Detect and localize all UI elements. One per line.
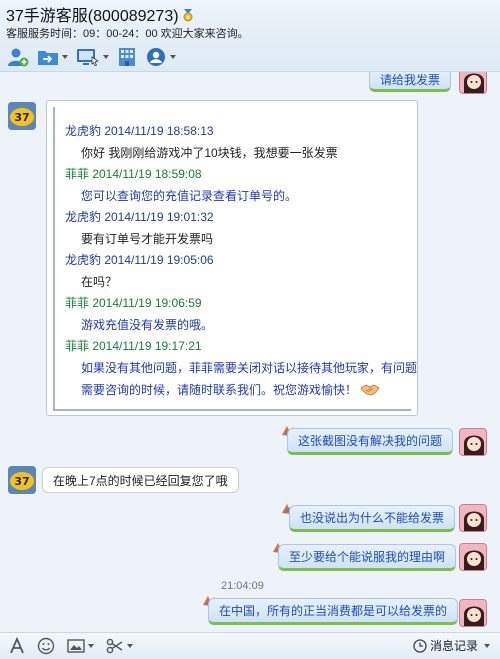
message-history-button[interactable]: 消息记录 bbox=[413, 637, 490, 654]
remote-screen-button[interactable] bbox=[73, 45, 112, 69]
smiley-icon bbox=[37, 637, 55, 655]
my-avatar[interactable] bbox=[459, 599, 487, 627]
history-header: 菲菲 2014/11/19 19:17:21 bbox=[65, 339, 202, 353]
top-toolbar bbox=[4, 44, 179, 70]
history-message-line2: 需要咨询的时候，请随时联系我们。祝您游戏愉快！ bbox=[81, 383, 358, 397]
my-avatar[interactable] bbox=[459, 504, 487, 532]
emoji-button[interactable] bbox=[34, 634, 58, 658]
message-text: 这张截图没有解决我的问题 bbox=[298, 434, 443, 448]
my-avatar[interactable] bbox=[459, 72, 487, 94]
font-icon bbox=[10, 637, 24, 654]
message-area[interactable]: 请给我发票 37 龙虎豹 2014/11/19 18:58:13 你好 我刚刚给… bbox=[0, 72, 500, 632]
my-message-bubble: 在中国，所有的正当消费都是可以给发票的 bbox=[208, 598, 459, 625]
37-logo-icon: 37 bbox=[8, 102, 36, 130]
image-icon bbox=[67, 639, 85, 653]
svg-text:37: 37 bbox=[14, 111, 29, 124]
chevron-down-icon bbox=[170, 55, 176, 59]
scissors-icon bbox=[106, 638, 123, 654]
chat-history-card: 龙虎豹 2014/11/19 18:58:13 你好 我刚刚给游戏冲了10块钱，… bbox=[46, 100, 418, 416]
history-quote: 龙虎豹 2014/11/19 18:58:13 你好 我刚刚给游戏冲了10块钱，… bbox=[53, 107, 417, 409]
my-message-bubble: 至少要给个能说服我的理由啊 bbox=[278, 544, 457, 571]
send-file-button[interactable] bbox=[34, 45, 71, 69]
history-message: 要有订单号才能开发票吗 bbox=[81, 232, 214, 246]
medal-icon bbox=[183, 9, 193, 22]
37-logo-icon: 37 bbox=[8, 466, 36, 494]
clock-icon bbox=[413, 638, 427, 653]
service-hours: 客服服务时间：09：00-24：00 欢迎大家来咨询。 bbox=[6, 28, 249, 40]
history-bottom-border bbox=[53, 409, 411, 411]
history-header: 龙虎豹 2014/11/19 19:01:32 bbox=[65, 210, 214, 224]
add-contact-icon bbox=[8, 48, 29, 67]
chevron-down-icon bbox=[127, 644, 133, 648]
more-button[interactable] bbox=[142, 45, 179, 69]
agent-avatar[interactable]: 37 bbox=[8, 102, 36, 130]
my-message-bubble: 这张截图没有解决我的问题 bbox=[287, 428, 454, 455]
history-header: 龙虎豹 2014/11/19 18:58:13 bbox=[65, 124, 214, 138]
my-message-bubble: 请给我发票 bbox=[369, 72, 452, 92]
svg-text:37: 37 bbox=[14, 475, 29, 488]
app-grid-icon bbox=[119, 48, 135, 66]
message-text: 在中国，所有的正当消费都是可以给发票的 bbox=[219, 604, 448, 618]
contact-name: 37手游客服(800089273) bbox=[6, 8, 179, 25]
font-button[interactable] bbox=[6, 634, 28, 658]
message-text: 在晚上7点的时候已经回复您了哦 bbox=[53, 473, 228, 488]
agent-message-bubble: 在晚上7点的时候已经回复您了哦 bbox=[42, 467, 239, 493]
chevron-down-icon bbox=[88, 644, 94, 648]
girl-avatar-icon bbox=[460, 72, 486, 93]
history-header: 菲菲 2014/11/19 19:06:59 bbox=[65, 296, 202, 310]
history-message: 游戏充值没有发票的哦。 bbox=[81, 318, 214, 332]
message-text: 至少要给个能说服我的理由啊 bbox=[289, 550, 446, 564]
my-avatar[interactable] bbox=[459, 543, 487, 571]
history-message: 你好 我刚刚给游戏冲了10块钱，我想要一张发票 bbox=[81, 146, 338, 160]
message-text: 请给我发票 bbox=[380, 72, 441, 87]
remote-screen-icon bbox=[77, 49, 99, 67]
screenshot-button[interactable] bbox=[103, 634, 136, 658]
window-title: 37手游客服(800089273) bbox=[6, 2, 195, 26]
girl-avatar-icon bbox=[460, 600, 486, 626]
history-message: 在吗？ bbox=[81, 275, 118, 289]
add-contact-button[interactable] bbox=[4, 45, 32, 69]
history-header: 菲菲 2014/11/19 18:59:08 bbox=[65, 167, 202, 181]
history-message: 您可以查询您的充值记录查看订单号的。 bbox=[81, 189, 298, 203]
girl-avatar-icon bbox=[460, 544, 486, 570]
chevron-down-icon bbox=[62, 55, 68, 59]
message-text: 也没说出为什么不能给发票 bbox=[300, 511, 445, 525]
app-button[interactable] bbox=[114, 45, 140, 69]
message-history-label: 消息记录 bbox=[429, 639, 478, 653]
my-avatar[interactable] bbox=[459, 428, 487, 456]
image-button[interactable] bbox=[64, 634, 97, 658]
girl-avatar-icon bbox=[460, 505, 486, 531]
input-toolbar: 消息记录 bbox=[0, 632, 500, 659]
girl-avatar-icon bbox=[460, 429, 486, 455]
agent-avatar[interactable]: 37 bbox=[8, 466, 36, 494]
history-message-continued: 需要咨询的时候，请随时联系我们。祝您游戏愉快！ bbox=[81, 381, 380, 398]
my-message-bubble: 也没说出为什么不能给发票 bbox=[289, 505, 456, 532]
history-header: 龙虎豹 2014/11/19 19:05:06 bbox=[65, 253, 214, 267]
send-file-icon bbox=[38, 51, 58, 65]
message-timestamp: 21:04:09 bbox=[221, 580, 264, 592]
handshake-emoji-icon bbox=[360, 384, 380, 396]
chevron-down-icon bbox=[484, 643, 490, 648]
history-message: 如果没有其他问题，菲菲需要关闭对话以接待其他玩家，有问题 bbox=[81, 361, 418, 375]
more-contacts-icon bbox=[147, 48, 165, 66]
chat-header: 37手游客服(800089273) 客服服务时间：09：00-24：00 欢迎大… bbox=[0, 0, 500, 72]
chevron-down-icon bbox=[103, 55, 109, 59]
